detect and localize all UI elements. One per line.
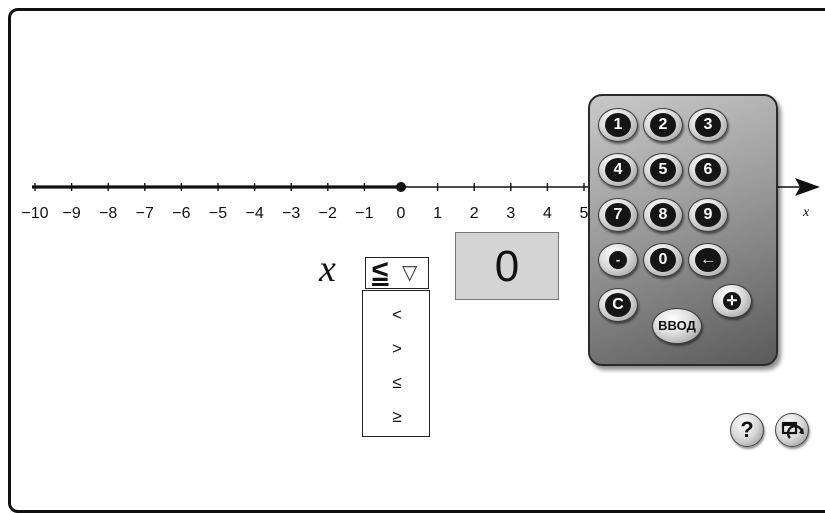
key-9[interactable]: 9 — [688, 198, 728, 232]
key-2-label: 2 — [650, 113, 676, 137]
keypad-panel[interactable]: 1 2 3 4 5 6 7 8 9 - 0 ← C ВВОД ✛ — [588, 94, 778, 366]
key-1[interactable]: 1 — [598, 108, 638, 142]
backspace-key[interactable]: ← — [688, 243, 728, 277]
tick-label: 4 — [543, 205, 552, 222]
tick-label: −6 — [172, 205, 190, 222]
closed-point — [396, 182, 406, 192]
key-0-label: 0 — [650, 248, 676, 272]
tick-label: 1 — [433, 205, 442, 222]
key-2[interactable]: 2 — [643, 108, 683, 142]
key-9-label: 9 — [695, 203, 721, 227]
tick-label: −10 — [21, 205, 48, 222]
clear-key-label: C — [605, 293, 631, 317]
key-8-label: 8 — [650, 203, 676, 227]
clear-key[interactable]: C — [598, 288, 638, 322]
tick-label: 2 — [470, 205, 479, 222]
tick-label: 3 — [506, 205, 515, 222]
operator-dropdown[interactable]: ≤ ▽ — [365, 255, 429, 289]
enter-key-label: ВВОД — [658, 318, 696, 333]
answer-display[interactable]: 0 — [455, 232, 559, 300]
tick-label: −3 — [282, 205, 300, 222]
key-6-label: 6 — [695, 158, 721, 182]
key-3-label: 3 — [695, 113, 721, 137]
key-0[interactable]: 0 — [643, 243, 683, 277]
key-5-label: 5 — [650, 158, 676, 182]
key-6[interactable]: 6 — [688, 153, 728, 187]
tick-labels: −10 −9 −8 −7 −6 −5 −4 −3 −2 −1 0 1 2 3 4 5 — [21, 205, 588, 222]
key-3[interactable]: 3 — [688, 108, 728, 142]
option-less-or-equal[interactable]: ≤ — [363, 369, 431, 397]
option-greater-or-equal[interactable]: ≥ — [363, 403, 431, 431]
option-greater-than[interactable]: > — [363, 335, 431, 363]
key-1-label: 1 — [605, 113, 631, 137]
move-arrows-icon: ✛ — [723, 292, 741, 310]
key-5[interactable]: 5 — [643, 153, 683, 187]
operator-options-list: < > ≤ ≥ — [362, 290, 430, 437]
backspace-arrow-icon: ← — [695, 248, 721, 272]
selected-operator: ≤ — [372, 255, 389, 288]
key-minus-label: - — [609, 251, 627, 269]
option-less-than[interactable]: < — [363, 301, 431, 329]
tick-label: −1 — [355, 205, 373, 222]
enter-key[interactable]: ВВОД — [652, 308, 702, 344]
tick-label: −4 — [245, 205, 263, 222]
move-key[interactable]: ✛ — [712, 284, 752, 318]
variable-label: x — [319, 248, 336, 290]
key-7[interactable]: 7 — [598, 198, 638, 232]
key-minus[interactable]: - — [598, 243, 638, 277]
key-4-label: 4 — [605, 158, 631, 182]
help-button[interactable]: ? — [730, 413, 764, 447]
tick-label: −9 — [62, 205, 80, 222]
tick-label: −2 — [319, 205, 337, 222]
dropdown-caret-icon[interactable]: ▽ — [402, 260, 417, 286]
axis-label: x — [802, 205, 810, 220]
key-7-label: 7 — [605, 203, 631, 227]
help-icon: ? — [740, 417, 754, 442]
key-4[interactable]: 4 — [598, 153, 638, 187]
key-8[interactable]: 8 — [643, 198, 683, 232]
tick-label: −5 — [209, 205, 227, 222]
tick-label: 0 — [397, 205, 406, 222]
tick-label: −7 — [136, 205, 154, 222]
tick-label: −8 — [99, 205, 117, 222]
reset-button[interactable] — [775, 413, 809, 447]
reset-icon — [781, 421, 804, 439]
